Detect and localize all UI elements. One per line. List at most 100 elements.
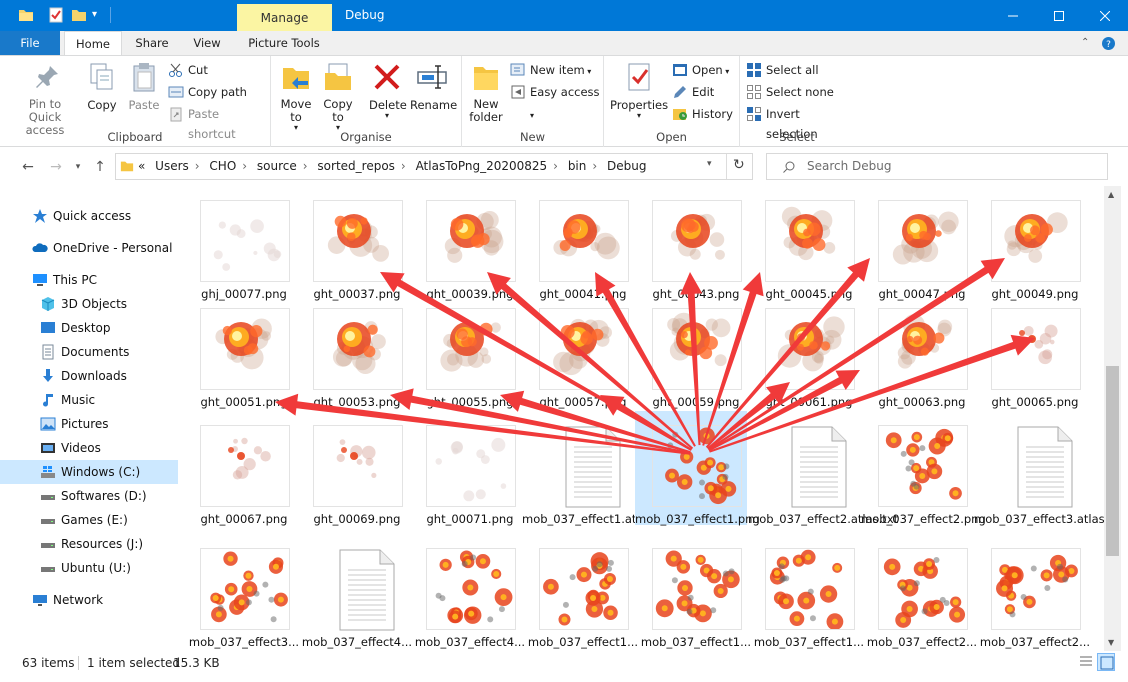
- nav-3d-objects[interactable]: 3D Objects: [0, 292, 178, 316]
- select-none-button[interactable]: Select none: [746, 82, 834, 102]
- forward-button[interactable]: →: [46, 158, 66, 178]
- history-button[interactable]: History: [672, 104, 733, 124]
- file-tile[interactable]: ght_00059.png: [635, 294, 747, 409]
- file-tile[interactable]: mob_037_effect4...: [409, 534, 525, 649]
- nav-pictures[interactable]: Pictures: [0, 412, 178, 436]
- back-button[interactable]: ←: [18, 158, 38, 178]
- file-tile[interactable]: mob_037_effect1...: [748, 534, 864, 649]
- file-tile[interactable]: mob_037_effect1...: [522, 534, 638, 649]
- file-tile[interactable]: ght_00045.png: [748, 186, 860, 301]
- file-tile[interactable]: mob_037_effect1.atlas.txt: [522, 411, 672, 526]
- new-item-button[interactable]: New item ▾: [510, 60, 591, 80]
- refresh-icon[interactable]: ↻: [733, 157, 745, 173]
- nav-music[interactable]: Music: [0, 388, 178, 412]
- scroll-up-icon[interactable]: ▲: [1108, 190, 1114, 199]
- properties-button[interactable]: Properties ▾: [610, 61, 668, 120]
- pin-quick-access-button[interactable]: Pin to Quick access: [12, 61, 82, 137]
- copy-button[interactable]: Copy: [86, 61, 118, 112]
- up-button[interactable]: ↑: [90, 158, 110, 178]
- file-tile[interactable]: ght_00039.png: [409, 186, 521, 301]
- rename-button[interactable]: Rename: [410, 61, 457, 112]
- minimize-ribbon-icon[interactable]: ⌃: [1081, 37, 1089, 48]
- cut-button[interactable]: Cut: [168, 60, 208, 80]
- crumb-debug[interactable]: Debug: [607, 159, 646, 173]
- file-tile[interactable]: mob_037_effect2...: [974, 534, 1090, 649]
- nav-softwares-d[interactable]: Softwares (D:): [0, 484, 178, 508]
- file-tile[interactable]: ght_00065.png: [974, 294, 1086, 409]
- move-to-button[interactable]: Move to ▾: [279, 61, 313, 132]
- crumb-source[interactable]: source: [257, 159, 297, 173]
- nav-desktop[interactable]: Desktop: [0, 316, 178, 340]
- file-tile[interactable]: ght_00037.png: [296, 186, 408, 301]
- crumb-cho[interactable]: CHO: [209, 159, 236, 173]
- file-tile[interactable]: mob_037_effect1.png: [635, 411, 760, 526]
- minimize-button[interactable]: [990, 0, 1036, 31]
- chevron-right-icon[interactable]: ›: [401, 159, 406, 173]
- tab-file[interactable]: File: [0, 31, 60, 56]
- crumb-bin[interactable]: bin: [568, 159, 587, 173]
- file-tile[interactable]: ght_00053.png: [296, 294, 408, 409]
- search-box[interactable]: Search Debug: [766, 153, 1108, 180]
- nav-videos[interactable]: Videos: [0, 436, 178, 460]
- file-tile[interactable]: mob_037_effect2.png: [861, 411, 986, 526]
- chevron-right-icon[interactable]: ›: [303, 159, 308, 173]
- file-tile[interactable]: ghj_00077.png: [183, 186, 295, 301]
- file-tile[interactable]: ght_00055.png: [409, 294, 521, 409]
- file-tile[interactable]: ght_00063.png: [861, 294, 973, 409]
- paste-shortcut-button[interactable]: Paste shortcut: [168, 104, 270, 141]
- tab-view[interactable]: View: [182, 31, 232, 56]
- recent-locations-button[interactable]: ▾: [68, 158, 88, 178]
- nav-quick-access[interactable]: Quick access: [0, 204, 178, 228]
- nav-ubuntu-u[interactable]: Ubuntu (U:): [0, 556, 178, 580]
- easy-access-button[interactable]: Easy access ▾: [510, 82, 603, 120]
- tab-share[interactable]: Share: [126, 31, 178, 56]
- delete-button[interactable]: Delete ▾: [369, 61, 407, 120]
- nav-documents[interactable]: Documents: [0, 340, 178, 364]
- chevron-right-icon[interactable]: ›: [195, 159, 200, 173]
- invert-selection-button[interactable]: Invert selection: [746, 104, 854, 141]
- file-tile[interactable]: ght_00069.png: [296, 411, 408, 526]
- file-tile[interactable]: mob_037_effect3...: [183, 534, 299, 649]
- file-tile[interactable]: mob_037_effect2...: [861, 534, 977, 649]
- nav-downloads[interactable]: Downloads: [0, 364, 178, 388]
- chevron-right-icon[interactable]: ›: [592, 159, 597, 173]
- crumb-atlastopng[interactable]: AtlasToPng_20200825: [416, 159, 548, 173]
- new-folder-icon[interactable]: [71, 7, 87, 23]
- chevron-right-icon[interactable]: ›: [553, 159, 558, 173]
- close-button[interactable]: [1082, 0, 1128, 31]
- nav-windows-c[interactable]: Windows (C:): [0, 460, 178, 484]
- file-tile[interactable]: mob_037_effect2.atlas.txt: [748, 411, 898, 526]
- manage-contextual-tab[interactable]: Manage: [237, 4, 332, 31]
- file-tile[interactable]: mob_037_effect3.atlas.txt: [974, 411, 1104, 526]
- vertical-scrollbar[interactable]: ▲ ▼: [1104, 186, 1121, 651]
- properties-icon[interactable]: [48, 7, 64, 23]
- nav-this-pc[interactable]: This PC: [0, 268, 178, 292]
- nav-network[interactable]: Network: [0, 588, 178, 612]
- file-tile[interactable]: ght_00061.png: [748, 294, 860, 409]
- file-tile[interactable]: mob_037_effect1...: [635, 534, 751, 649]
- crumb-users[interactable]: Users: [155, 159, 189, 173]
- help-icon[interactable]: ?: [1101, 36, 1116, 51]
- large-icons-view-icon[interactable]: [1097, 653, 1115, 671]
- file-tile[interactable]: ght_00051.png: [183, 294, 295, 409]
- crumb-overflow[interactable]: «: [138, 159, 145, 173]
- maximize-button[interactable]: [1036, 0, 1082, 31]
- tab-picture-tools[interactable]: Picture Tools: [240, 31, 328, 56]
- new-folder-button[interactable]: New folder: [468, 61, 504, 124]
- address-bar[interactable]: « Users › CHO › source › sorted_repos › Atla…: [115, 153, 753, 180]
- chevron-right-icon[interactable]: ›: [242, 159, 247, 173]
- copy-to-button[interactable]: Copy to ▾: [321, 61, 355, 132]
- file-tile[interactable]: mob_037_effect4...: [296, 534, 412, 649]
- file-tile[interactable]: ght_00049.png: [974, 186, 1086, 301]
- select-all-button[interactable]: Select all: [746, 60, 819, 80]
- nav-resources-j[interactable]: Resources (J:): [0, 532, 178, 556]
- file-tile[interactable]: ght_00067.png: [183, 411, 295, 526]
- copy-path-button[interactable]: Copy path: [168, 82, 247, 102]
- file-tile[interactable]: ght_00041.png: [522, 186, 634, 301]
- address-dropdown-icon[interactable]: ▾: [707, 159, 712, 169]
- file-tile[interactable]: ght_00047.png: [861, 186, 973, 301]
- nav-onedrive[interactable]: OneDrive - Personal: [0, 236, 178, 260]
- file-tile[interactable]: ght_00043.png: [635, 186, 747, 301]
- edit-button[interactable]: Edit: [672, 82, 714, 102]
- scroll-thumb[interactable]: [1106, 366, 1119, 556]
